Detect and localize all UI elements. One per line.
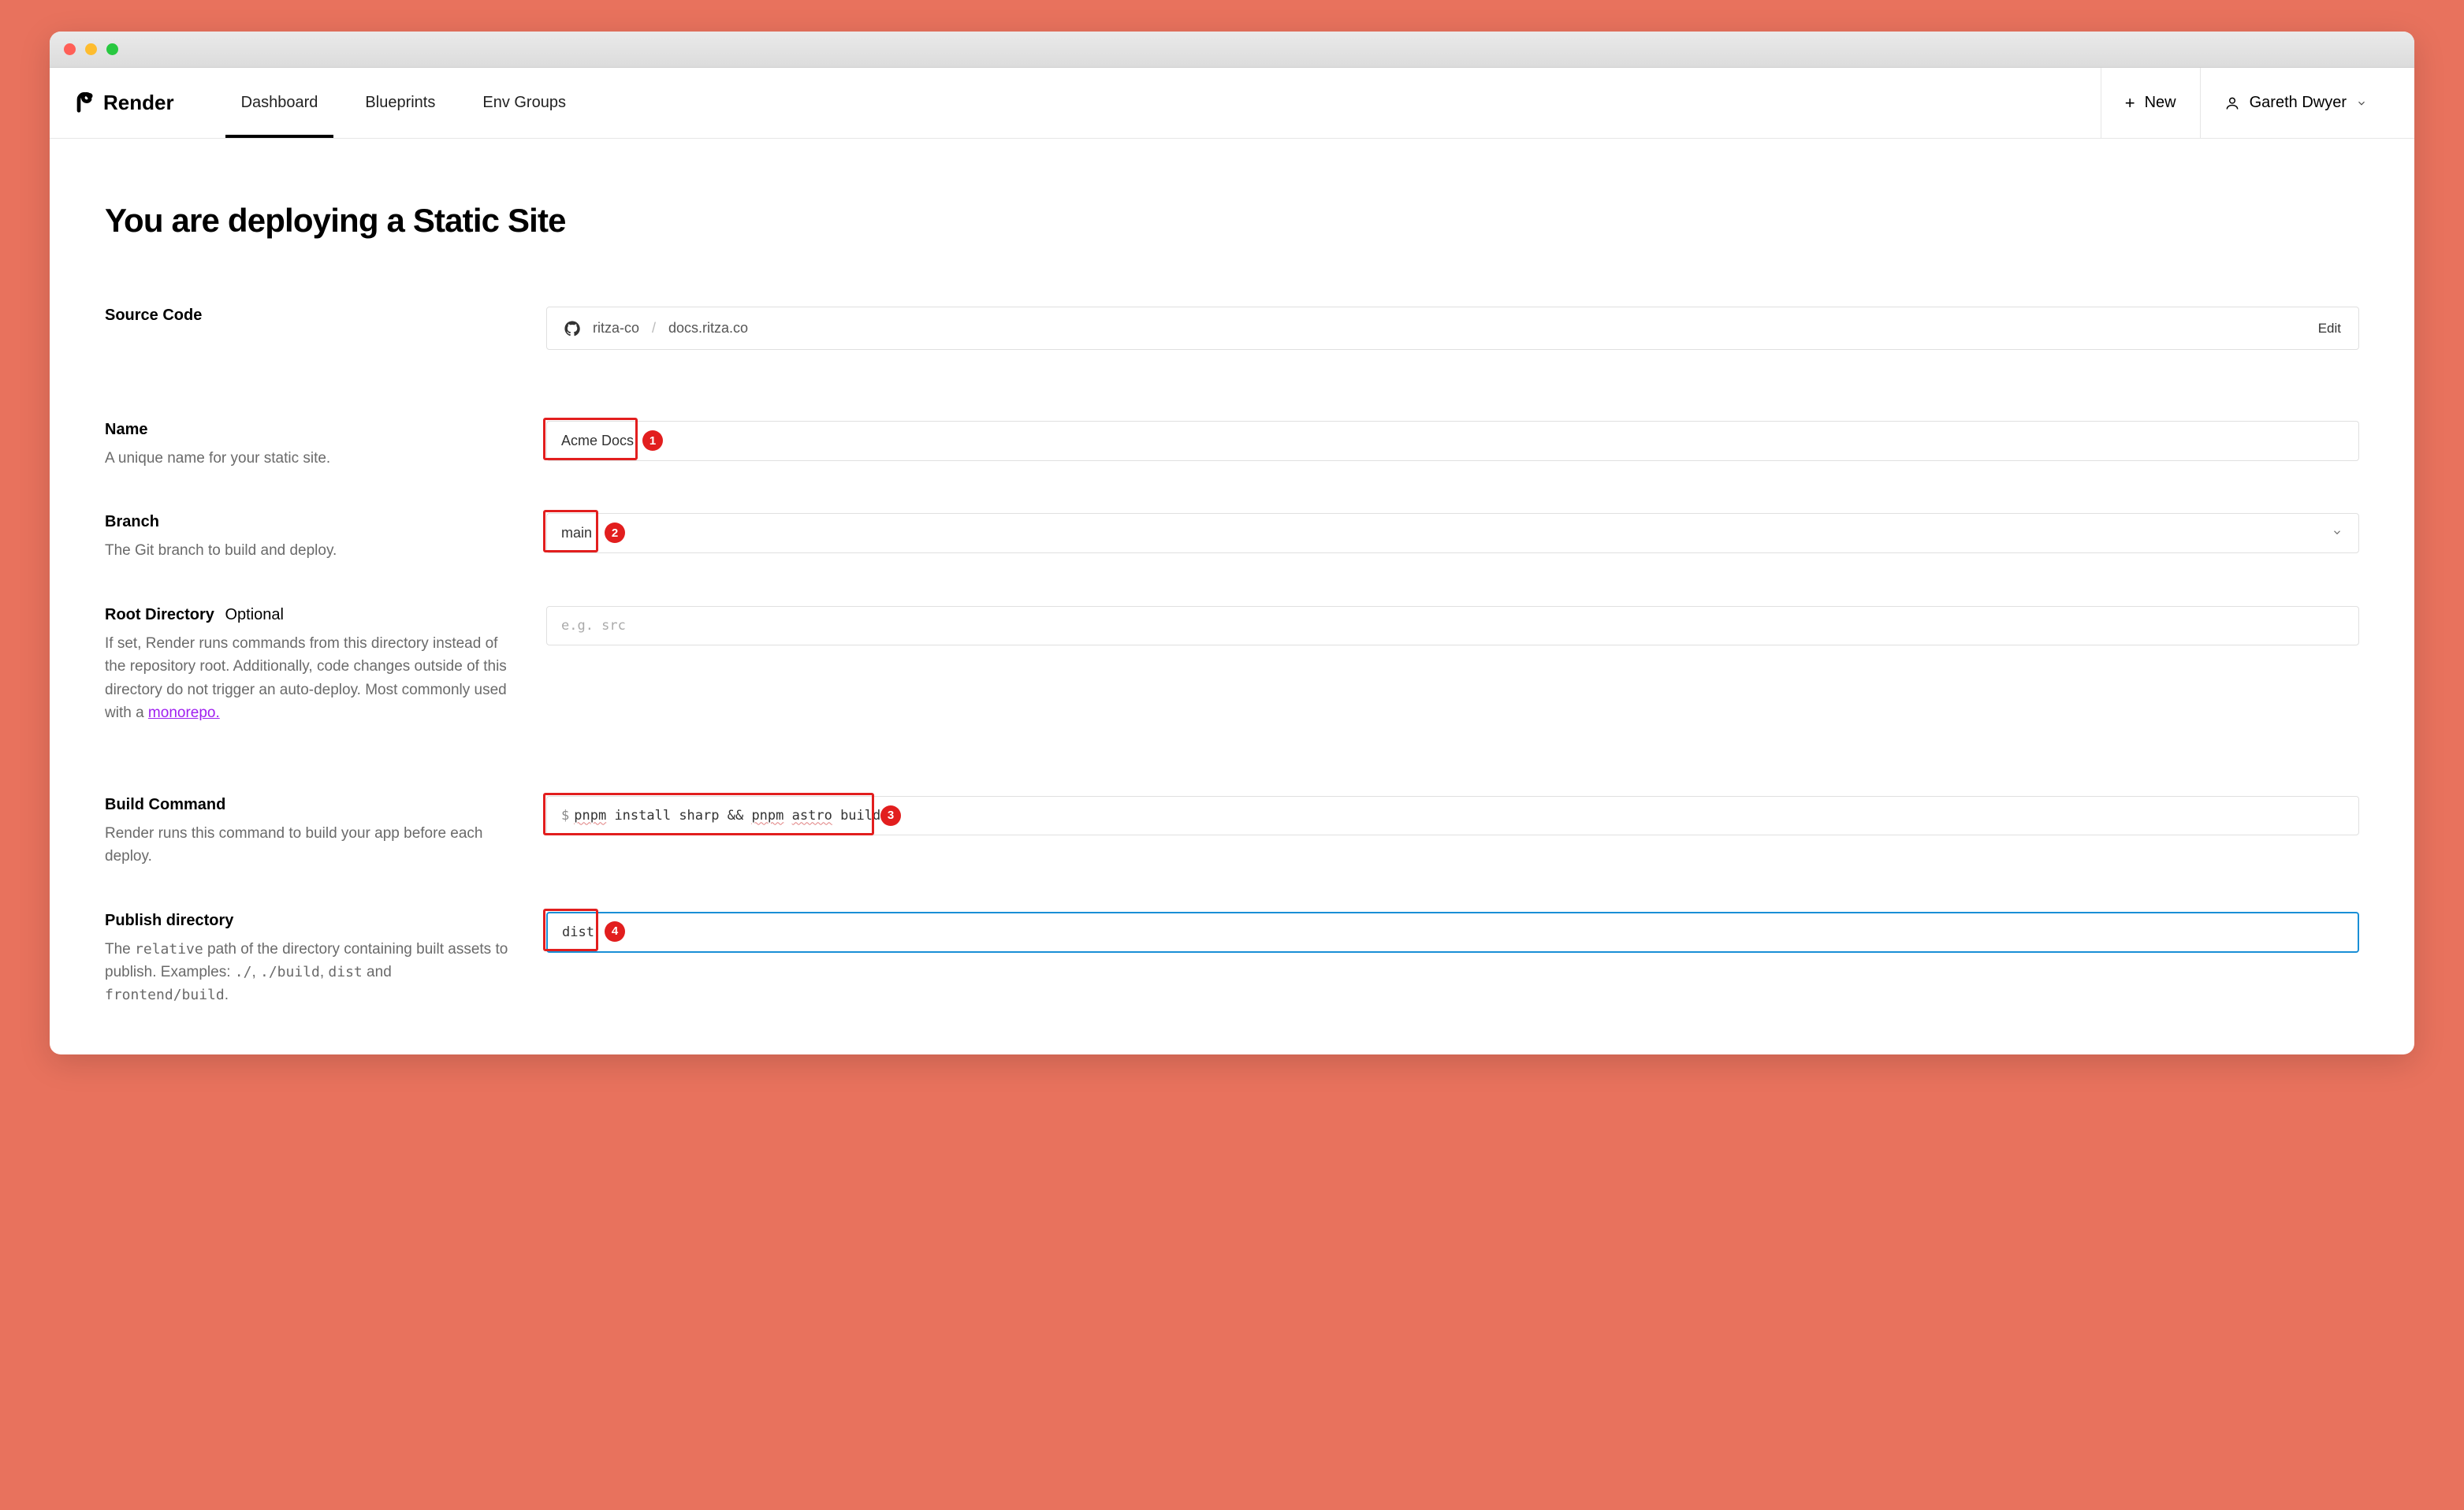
source-org: ritza-co [593,320,639,337]
chevron-down-icon [2356,98,2367,109]
tab-dashboard[interactable]: Dashboard [241,68,318,138]
new-label: New [2145,94,2176,112]
brand-logo[interactable]: Render [73,91,174,115]
build-prefix: $ [561,808,569,824]
field-root-directory: Root Directory Optional If set, Render r… [105,606,2359,725]
rootdir-input[interactable]: e.g. src [546,606,2359,645]
maximize-icon[interactable] [106,43,118,55]
window: Render Dashboard Blueprints Env Groups +… [50,32,2414,1054]
build-hint: Render runs this command to build your a… [105,822,515,868]
name-value: Acme Docs [561,433,634,449]
github-icon [564,321,580,337]
source-code-box: ritza-co / docs.ritza.co Edit [546,307,2359,350]
field-source-code: Source Code ritza-co / docs.ritza.co Edi… [105,307,2359,350]
nav-tabs: Dashboard Blueprints Env Groups [241,68,566,138]
plus-icon: + [2125,93,2135,113]
source-sep: / [652,320,656,337]
user-icon [2224,95,2240,111]
user-menu[interactable]: Gareth Dwyer [2200,68,2391,138]
source-repo: docs.ritza.co [668,320,748,337]
rootdir-label: Root Directory Optional [105,606,515,624]
user-name: Gareth Dwyer [2250,94,2347,112]
page-title: You are deploying a Static Site [105,202,2359,240]
navbar: Render Dashboard Blueprints Env Groups +… [50,68,2414,139]
branch-label: Branch [105,513,515,531]
name-label: Name [105,421,515,439]
publish-hint: The relative path of the directory conta… [105,938,515,1007]
chevron-down-icon [2332,525,2343,541]
rootdir-hint: If set, Render runs commands from this d… [105,632,515,725]
name-input[interactable]: Acme Docs [546,421,2359,461]
source-label: Source Code [105,307,515,325]
minimize-icon[interactable] [85,43,97,55]
nav-right: + New Gareth Dwyer [2101,68,2391,138]
brand-name: Render [103,91,174,115]
close-icon[interactable] [64,43,76,55]
macos-titlebar [50,32,2414,68]
build-label: Build Command [105,796,515,814]
publish-label: Publish directory [105,912,515,930]
render-logo-icon [73,92,95,114]
publish-input[interactable]: dist [546,912,2359,953]
field-branch: Branch The Git branch to build and deplo… [105,513,2359,562]
tab-blueprints[interactable]: Blueprints [365,68,435,138]
source-edit-button[interactable]: Edit [2318,321,2341,337]
monorepo-link[interactable]: monorepo. [148,705,220,721]
content: You are deploying a Static Site Source C… [50,139,2414,1054]
branch-select[interactable]: main [546,513,2359,553]
name-hint: A unique name for your static site. [105,447,515,470]
rootdir-optional: Optional [225,606,284,623]
branch-hint: The Git branch to build and deploy. [105,539,515,562]
field-name: Name A unique name for your static site.… [105,421,2359,470]
build-input[interactable]: $pnpm install sharp && pnpm astro build [546,796,2359,835]
new-button[interactable]: + New [2101,68,2200,138]
tab-env-groups[interactable]: Env Groups [482,68,566,138]
field-publish-directory: Publish directory The relative path of t… [105,912,2359,1007]
branch-value: main [561,525,592,541]
field-build-command: Build Command Render runs this command t… [105,796,2359,868]
